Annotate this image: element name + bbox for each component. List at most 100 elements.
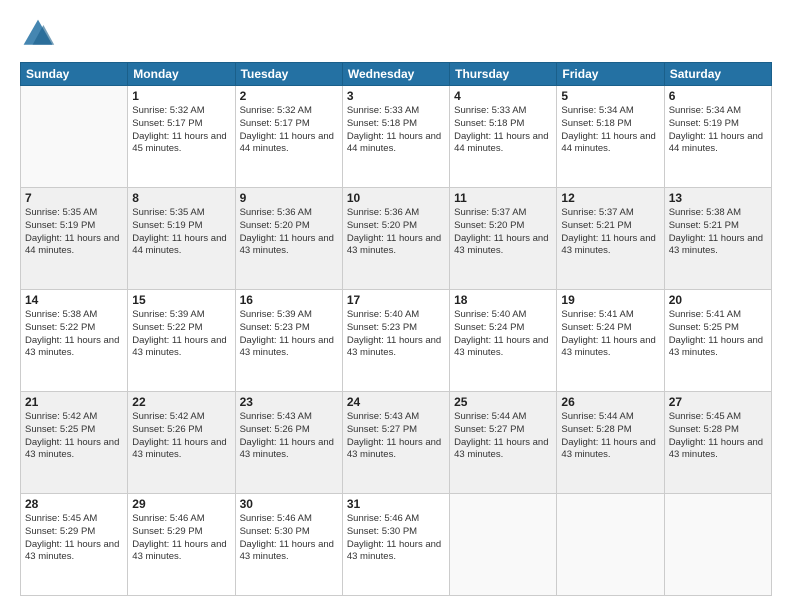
weekday-header-wednesday: Wednesday [342,63,449,86]
calendar-cell: 14Sunrise: 5:38 AMSunset: 5:22 PMDayligh… [21,290,128,392]
calendar-cell: 4 Sunrise: 5:33 AMSunset: 5:18 PMDaylight… [450,86,557,188]
calendar-cell: 10 Sunrise: 5:36 AMSunset: 5:20 PMDayligh… [342,188,449,290]
calendar-cell: 5Sunrise: 5:34 AMSunset: 5:18 PMDaylight… [557,86,664,188]
day-number: 6 [669,89,767,103]
day-number: 20 [669,293,767,307]
day-number: 26 [561,395,659,409]
day-number: 19 [561,293,659,307]
calendar-cell: 25 Sunrise: 5:44 AMSunset: 5:27 PMDayligh… [450,392,557,494]
cell-info: Sunrise: 5:43 AMSunset: 5:27 PMDaylight:… [347,411,445,462]
calendar-cell: 9 Sunrise: 5:36 AMSunset: 5:20 PMDaylight… [235,188,342,290]
cell-info: Sunrise: 5:42 AMSunset: 5:25 PMDaylight:… [25,411,123,462]
calendar-cell: 2Sunrise: 5:32 AMSunset: 5:17 PMDaylight… [235,86,342,188]
calendar-cell: 11 Sunrise: 5:37 AMSunset: 5:20 PMDayligh… [450,188,557,290]
calendar-cell: 30Sunrise: 5:46 AMSunset: 5:30 PMDayligh… [235,494,342,596]
cell-info: Sunrise: 5:35 AMSunset: 5:19 PMDaylight:… [25,207,123,258]
calendar-cell: 12 Sunrise: 5:37 AMSunset: 5:21 PMDayligh… [557,188,664,290]
weekday-header-thursday: Thursday [450,63,557,86]
cell-info: Sunrise: 5:40 AMSunset: 5:24 PMDaylight:… [454,309,552,360]
cell-info: Sunrise: 5:40 AMSunset: 5:23 PMDaylight:… [347,309,445,360]
weekday-header-saturday: Saturday [664,63,771,86]
calendar-cell: 3 Sunrise: 5:33 AMSunset: 5:18 PMDaylight… [342,86,449,188]
cell-info: Sunrise: 5:46 AMSunset: 5:29 PMDaylight:… [132,513,230,564]
logo-icon [20,16,56,52]
calendar-cell: 7 Sunrise: 5:35 AMSunset: 5:19 PMDaylight… [21,188,128,290]
day-number: 14 [25,293,123,307]
calendar-cell: 27 Sunrise: 5:45 AMSunset: 5:28 PMDayligh… [664,392,771,494]
weekday-header-row: SundayMondayTuesdayWednesdayThursdayFrid… [21,63,772,86]
cell-info: Sunrise: 5:37 AMSunset: 5:21 PMDaylight:… [561,207,659,258]
cell-info: Sunrise: 5:34 AMSunset: 5:19 PMDaylight:… [669,105,767,156]
calendar-cell: 29 Sunrise: 5:46 AMSunset: 5:29 PMDayligh… [128,494,235,596]
calendar-cell: 8 Sunrise: 5:35 AMSunset: 5:19 PMDaylight… [128,188,235,290]
day-number: 30 [240,497,338,511]
day-number: 7 [25,191,123,205]
calendar-cell: 19 Sunrise: 5:41 AMSunset: 5:24 PMDayligh… [557,290,664,392]
day-number: 3 [347,89,445,103]
calendar-cell: 6 Sunrise: 5:34 AMSunset: 5:19 PMDaylight… [664,86,771,188]
cell-info: Sunrise: 5:33 AMSunset: 5:18 PMDaylight:… [454,105,552,156]
cell-info: Sunrise: 5:45 AMSunset: 5:29 PMDaylight:… [25,513,123,564]
weekday-header-monday: Monday [128,63,235,86]
calendar-cell: 24 Sunrise: 5:43 AMSunset: 5:27 PMDayligh… [342,392,449,494]
cell-info: Sunrise: 5:39 AMSunset: 5:23 PMDaylight:… [240,309,338,360]
cell-info: Sunrise: 5:44 AMSunset: 5:27 PMDaylight:… [454,411,552,462]
cell-info: Sunrise: 5:44 AMSunset: 5:28 PMDaylight:… [561,411,659,462]
day-number: 10 [347,191,445,205]
calendar-cell: 21 Sunrise: 5:42 AMSunset: 5:25 PMDayligh… [21,392,128,494]
day-number: 25 [454,395,552,409]
weekday-header-friday: Friday [557,63,664,86]
calendar-week-row: 7 Sunrise: 5:35 AMSunset: 5:19 PMDaylight… [21,188,772,290]
calendar-cell: 31 Sunrise: 5:46 AMSunset: 5:30 PMDayligh… [342,494,449,596]
cell-info: Sunrise: 5:43 AMSunset: 5:26 PMDaylight:… [240,411,338,462]
day-number: 23 [240,395,338,409]
cell-info: Sunrise: 5:37 AMSunset: 5:20 PMDaylight:… [454,207,552,258]
cell-info: Sunrise: 5:35 AMSunset: 5:19 PMDaylight:… [132,207,230,258]
cell-info: Sunrise: 5:32 AMSunset: 5:17 PMDaylight:… [240,105,338,156]
day-number: 12 [561,191,659,205]
calendar-cell: 28 Sunrise: 5:45 AMSunset: 5:29 PMDayligh… [21,494,128,596]
cell-info: Sunrise: 5:41 AMSunset: 5:25 PMDaylight:… [669,309,767,360]
calendar-cell [21,86,128,188]
cell-info: Sunrise: 5:36 AMSunset: 5:20 PMDaylight:… [240,207,338,258]
cell-info: Sunrise: 5:32 AMSunset: 5:17 PMDaylight:… [132,105,230,156]
cell-info: Sunrise: 5:33 AMSunset: 5:18 PMDaylight:… [347,105,445,156]
day-number: 29 [132,497,230,511]
cell-info: Sunrise: 5:38 AMSunset: 5:21 PMDaylight:… [669,207,767,258]
calendar-cell [450,494,557,596]
calendar-table: SundayMondayTuesdayWednesdayThursdayFrid… [20,62,772,596]
day-number: 24 [347,395,445,409]
header [20,16,772,52]
day-number: 28 [25,497,123,511]
logo [20,16,62,52]
day-number: 13 [669,191,767,205]
cell-info: Sunrise: 5:36 AMSunset: 5:20 PMDaylight:… [347,207,445,258]
day-number: 5 [561,89,659,103]
day-number: 4 [454,89,552,103]
calendar-week-row: 1 Sunrise: 5:32 AMSunset: 5:17 PMDaylight… [21,86,772,188]
day-number: 8 [132,191,230,205]
cell-info: Sunrise: 5:41 AMSunset: 5:24 PMDaylight:… [561,309,659,360]
calendar-cell [557,494,664,596]
cell-info: Sunrise: 5:46 AMSunset: 5:30 PMDaylight:… [347,513,445,564]
day-number: 31 [347,497,445,511]
cell-info: Sunrise: 5:39 AMSunset: 5:22 PMDaylight:… [132,309,230,360]
day-number: 27 [669,395,767,409]
calendar-cell: 1 Sunrise: 5:32 AMSunset: 5:17 PMDaylight… [128,86,235,188]
day-number: 18 [454,293,552,307]
cell-info: Sunrise: 5:45 AMSunset: 5:28 PMDaylight:… [669,411,767,462]
calendar-cell: 22 Sunrise: 5:42 AMSunset: 5:26 PMDayligh… [128,392,235,494]
calendar-cell: 20 Sunrise: 5:41 AMSunset: 5:25 PMDayligh… [664,290,771,392]
cell-info: Sunrise: 5:42 AMSunset: 5:26 PMDaylight:… [132,411,230,462]
calendar-cell: 26 Sunrise: 5:44 AMSunset: 5:28 PMDayligh… [557,392,664,494]
calendar-cell: 16Sunrise: 5:39 AMSunset: 5:23 PMDayligh… [235,290,342,392]
day-number: 22 [132,395,230,409]
day-number: 11 [454,191,552,205]
calendar-cell: 18 Sunrise: 5:40 AMSunset: 5:24 PMDayligh… [450,290,557,392]
day-number: 1 [132,89,230,103]
calendar-week-row: 21 Sunrise: 5:42 AMSunset: 5:25 PMDayligh… [21,392,772,494]
calendar-cell [664,494,771,596]
day-number: 21 [25,395,123,409]
day-number: 9 [240,191,338,205]
calendar-cell: 15Sunrise: 5:39 AMSunset: 5:22 PMDayligh… [128,290,235,392]
